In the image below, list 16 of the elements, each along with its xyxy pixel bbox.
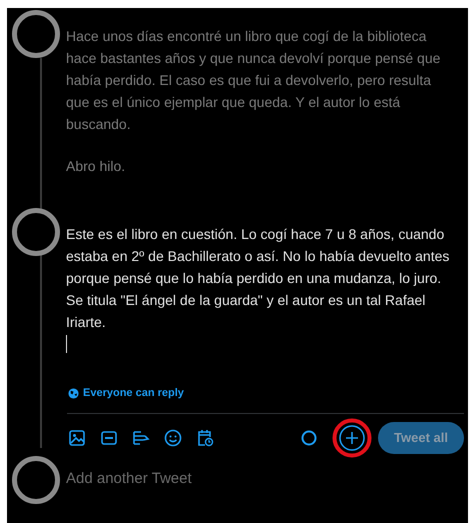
reply-setting-button[interactable]: Everyone can reply: [68, 385, 184, 402]
avatar: [12, 208, 60, 256]
add-tweet-icon[interactable]: [339, 424, 366, 450]
tweet-text: Hace unos días encontré un libro que cogí de la biblioteca hace bastantes años y que nunca devolví porque pensé que había perdido. El caso es que fui a devolverlo, pero resulta que es el único ejemplar que queda. Y el autor lo está buscando.: [66, 27, 442, 134]
highlight-ring: [332, 418, 372, 458]
globe-icon: [68, 388, 79, 399]
poll-icon[interactable]: [132, 428, 150, 446]
text-cursor: [66, 335, 67, 353]
avatar: [12, 456, 60, 504]
progress-ring-icon: [301, 430, 318, 446]
add-tweet-field[interactable]: Add another Tweet: [66, 468, 366, 491]
tweet-text: Este es el libro en cuestión. Lo cogí hace 7 u 8 años, cuando estaba en 2º de Bachillerato o así. No lo había devuelto antes porque pensé que lo había perdido en una mudanza, lo juro. Se titula "El ángel de la guarda" y el autor es un tal Rafael Iriarte.: [66, 225, 450, 332]
smiley-icon[interactable]: [164, 428, 182, 446]
image-icon[interactable]: [68, 428, 86, 446]
tweet-text: Abro hilo.: [66, 157, 126, 176]
calendar-clock-icon[interactable]: [196, 428, 214, 446]
